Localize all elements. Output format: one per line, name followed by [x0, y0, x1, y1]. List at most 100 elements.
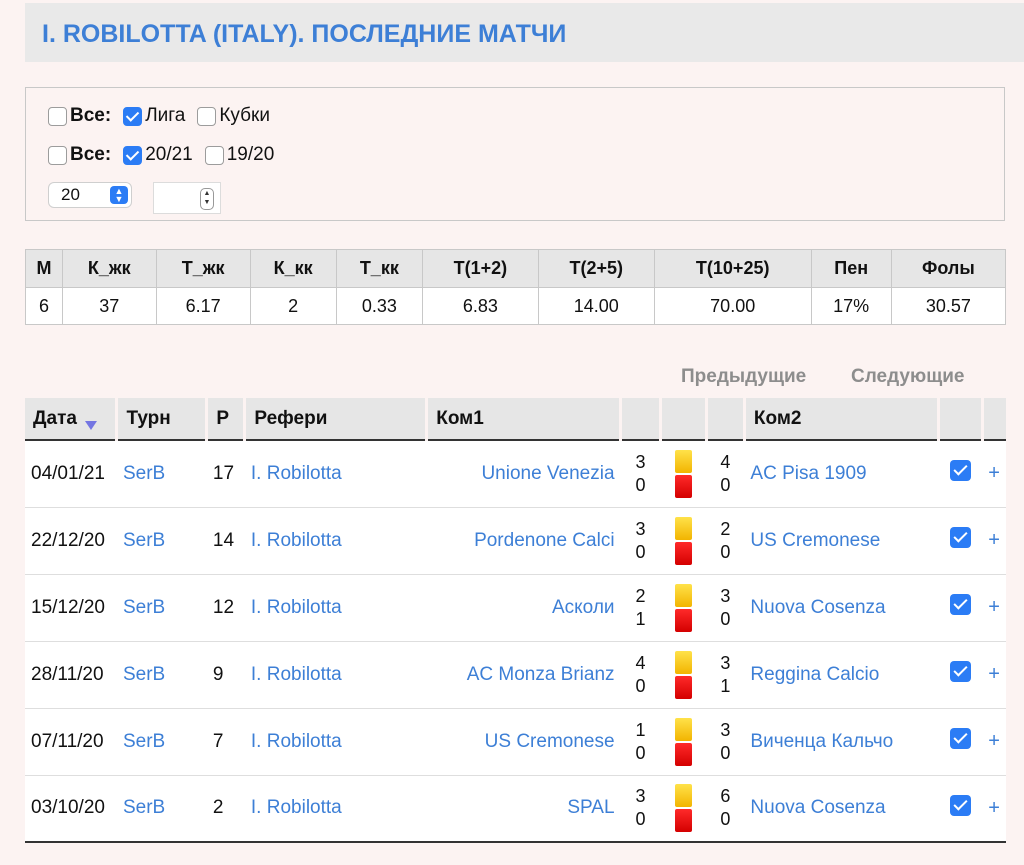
tournament-link[interactable]: SerB [123, 731, 165, 752]
away-team-link[interactable]: US Cremonese [750, 530, 880, 551]
home-team-link[interactable]: SPAL [567, 797, 614, 818]
all-seasons-checkbox[interactable] [48, 145, 67, 165]
home-team-link[interactable]: Pordenone Calci [474, 530, 614, 551]
home-red-count: 0 [635, 675, 646, 696]
cards-cell [660, 775, 707, 843]
stats-value: 70.00 [653, 287, 812, 325]
stats-header: Т_кк [335, 249, 423, 288]
referee-link[interactable]: I. Robilotta [251, 797, 342, 818]
home-red-count: 0 [635, 474, 646, 495]
row-select-checkbox[interactable] [949, 794, 971, 816]
team2-column-header: Ком2 [742, 398, 939, 441]
match-round: 7 [206, 708, 245, 776]
stats-value: 0.33 [335, 287, 423, 325]
stats-header: К_кк [249, 249, 337, 288]
table-row: 15/12/20 SerB 12 I. Robilotta Асколи 2 1 3 0 Nuov… [25, 574, 1006, 642]
referee-link[interactable]: I. Robilotta [251, 463, 342, 484]
stats-header: Фолы [890, 249, 1007, 288]
season-2021-checkbox[interactable] [123, 145, 143, 165]
away-team-link[interactable]: Nuova Cosenza [750, 597, 885, 618]
away-red-count: 0 [720, 742, 731, 763]
row-select-checkbox[interactable] [949, 527, 971, 548]
home-yellow-count: 1 [635, 719, 646, 740]
home-team-link[interactable]: Unione Venezia [481, 463, 614, 484]
away-cards-count: 30 [706, 708, 745, 776]
all-competitions-checkbox[interactable] [48, 106, 67, 126]
away-team-link[interactable]: Reggina Calcio [750, 664, 879, 685]
away-cards-count: 60 [706, 775, 745, 843]
away-team-link[interactable]: Nuova Cosenza [750, 797, 885, 818]
home-team-link[interactable]: Асколи [552, 597, 615, 618]
page-title: I. ROBILOTTA (ITALY). ПОСЛЕДНИЕ МАТЧИ [42, 20, 567, 48]
yellow-card-icon [674, 650, 692, 674]
home-team-link[interactable]: US Cremonese [485, 731, 615, 752]
all-competitions-label: Все: [70, 105, 112, 126]
select-arrows-icon: ▲ ▼ [110, 186, 128, 204]
match-round: 17 [206, 440, 245, 508]
add-button[interactable]: + [982, 641, 1006, 709]
referee-link[interactable]: I. Robilotta [251, 530, 342, 551]
yellow-card-icon [674, 516, 692, 540]
row-select-checkbox[interactable] [949, 594, 971, 615]
away-team-link[interactable]: Виченца Кальчо [750, 731, 893, 752]
row-select-checkbox[interactable] [949, 661, 971, 682]
add-button[interactable]: + [982, 440, 1006, 508]
table-row: 28/11/20 SerB 9 I. Robilotta AC Monza Brianz… [25, 641, 1006, 709]
stats-header: Т(10+25) [653, 249, 812, 288]
sort-desc-icon[interactable] [84, 420, 97, 430]
season-1920-label: 19/20 [226, 144, 275, 165]
cups-checkbox[interactable] [197, 106, 217, 126]
away-yellow-count: 3 [720, 585, 731, 606]
cards-cell [660, 708, 707, 776]
add-button[interactable]: + [982, 507, 1006, 575]
red-card-icon [674, 742, 692, 766]
add-button[interactable]: + [982, 708, 1006, 776]
home-yellow-count: 3 [635, 518, 646, 539]
table-row: 04/01/21 SerB 17 I. Robilotta Unione Venezia… [25, 440, 1006, 508]
table-row: 22/12/20 SerB 14 I. Robilotta Pordenone Calc… [25, 507, 1006, 575]
next-page-link[interactable]: Следующие [851, 366, 964, 388]
away-team-link[interactable]: AC Pisa 1909 [750, 463, 866, 484]
row-select-checkbox[interactable] [949, 728, 971, 749]
cards-cell [660, 507, 707, 575]
tournament-link[interactable]: SerB [123, 597, 165, 618]
referee-link[interactable]: I. Robilotta [251, 597, 342, 618]
select-column-header [936, 398, 983, 441]
yellow-card-icon [674, 784, 692, 808]
league-checkbox[interactable] [123, 106, 143, 126]
stats-value: 2 [249, 287, 337, 325]
date-column-header[interactable]: Дата [25, 398, 117, 441]
away-yellow-count: 4 [720, 451, 731, 472]
referee-link[interactable]: I. Robilotta [251, 731, 342, 752]
number-spinner[interactable]: ▲ ▼ [153, 182, 221, 214]
plus-column-header [980, 398, 1006, 441]
red-card-icon [674, 541, 692, 565]
previous-page-link[interactable]: Предыдущие [681, 366, 806, 388]
table-row: 07/11/20 SerB 7 I. Robilotta US Cremonese 1 0 3… [25, 708, 1006, 776]
away-cards-count: 40 [706, 440, 745, 508]
add-button[interactable]: + [982, 574, 1006, 642]
away-yellow-count: 3 [720, 652, 731, 673]
referee-link[interactable]: I. Robilotta [251, 664, 342, 685]
tournament-link[interactable]: SerB [123, 463, 165, 484]
match-round: 14 [206, 507, 245, 575]
add-button[interactable]: + [982, 775, 1006, 843]
match-date: 28/11/20 [25, 641, 117, 709]
competition-filter-row: Все: Лига Кубки [48, 105, 282, 127]
tournament-link[interactable]: SerB [123, 664, 165, 685]
spinner-arrows-icon[interactable]: ▲ ▼ [200, 188, 214, 210]
row-select-checkbox[interactable] [949, 460, 971, 482]
match-count-value: 20 [61, 185, 80, 204]
cards-cell [660, 641, 707, 709]
stats-table: М К_жк Т_жк К_кк Т_кк Т(1+2) Т(2+5) Т(10… [25, 249, 1007, 325]
tournament-link[interactable]: SerB [123, 797, 165, 818]
red-card-icon [674, 474, 692, 498]
away-red-count: 0 [720, 809, 731, 830]
match-count-select[interactable]: 20 ▲ ▼ [48, 182, 132, 208]
season-1920-checkbox[interactable] [204, 145, 224, 165]
stats-header-row: М К_жк Т_жк К_кк Т_кк Т(1+2) Т(2+5) Т(10… [25, 249, 1007, 288]
yellow-card-icon [674, 449, 692, 473]
home-team-link[interactable]: AC Monza Brianz [467, 664, 615, 685]
stats-value: 6 [25, 287, 63, 325]
tournament-link[interactable]: SerB [123, 530, 165, 551]
